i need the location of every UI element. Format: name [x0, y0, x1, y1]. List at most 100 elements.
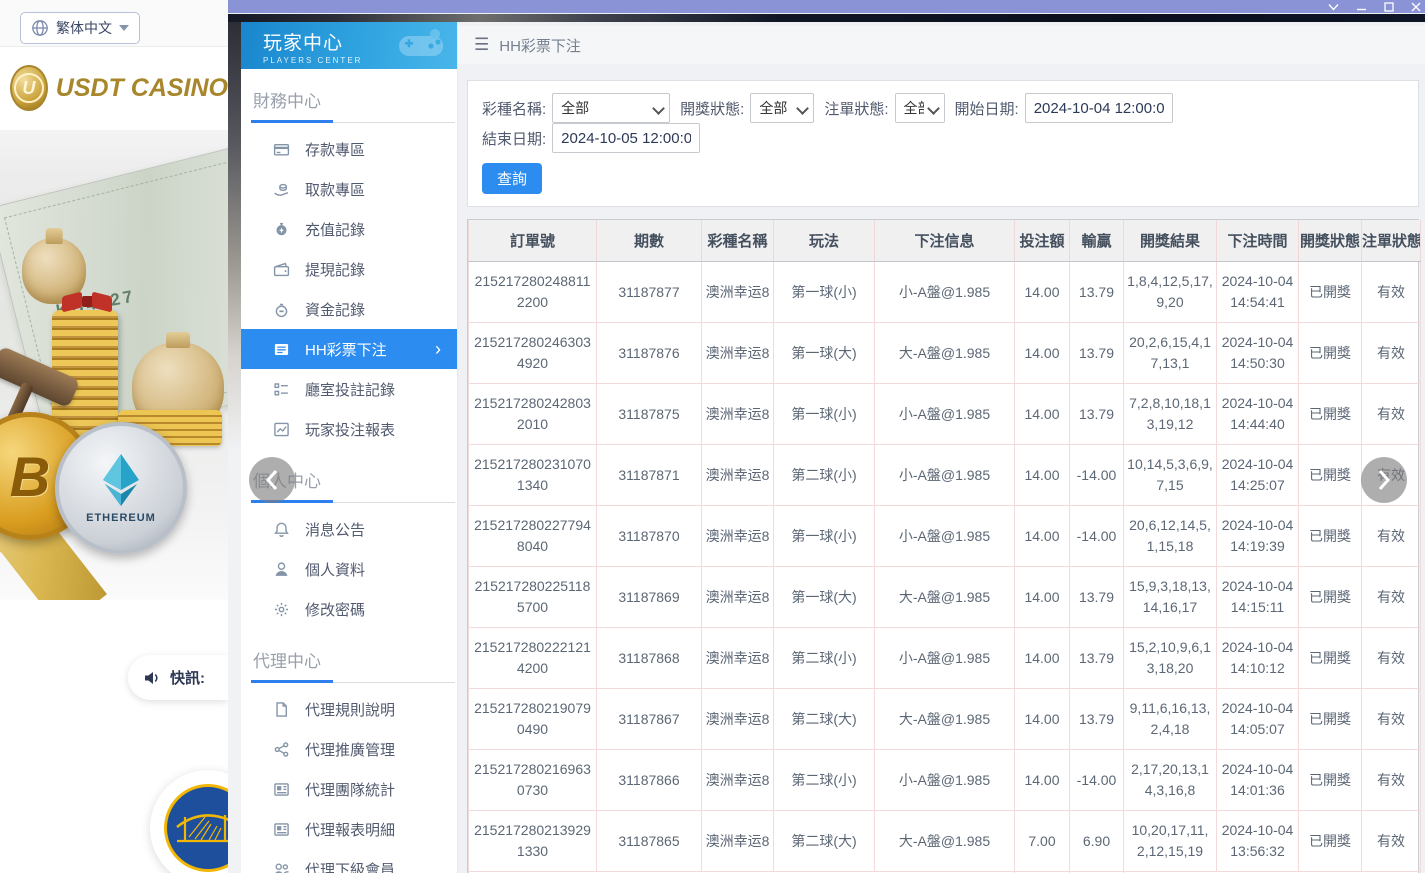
- table-cell: 已開獎: [1299, 628, 1362, 689]
- column-header: 開獎狀態: [1299, 220, 1362, 262]
- filter-label: 開始日期:: [955, 98, 1019, 119]
- table-cell: 2152172802488112200: [469, 262, 597, 323]
- language-selector[interactable]: 繁体中文: [20, 12, 140, 44]
- maximize-icon[interactable]: [1384, 2, 1394, 12]
- table-row: 215217280222121420031187868澳洲幸运8第二球(小)小-…: [469, 628, 1421, 689]
- table-cell: 澳洲幸运8: [702, 445, 774, 506]
- table-row: 215217280231070134031187871澳洲幸运8第二球(小)小-…: [469, 445, 1421, 506]
- sidebar-item-agent-report-detail[interactable]: 代理報表明細: [241, 809, 457, 849]
- hamburger-menu-icon[interactable]: ☰: [474, 35, 489, 55]
- sidebar-item-agent-sub-members[interactable]: 代理下級會員: [241, 849, 457, 873]
- column-header: 訂單號: [469, 220, 597, 262]
- table-row: 215217280248811220031187877澳洲幸运8第一球(小)小-…: [469, 262, 1421, 323]
- bets-table: 訂單號期數彩種名稱玩法下注信息投注額輸贏開獎結果下注時間開獎狀態注單狀態 215…: [467, 219, 1419, 873]
- sidebar: 玩家中心 PLAYERS CENTER 財務中心 存款專區: [241, 22, 458, 873]
- table-row: 215217280225118570031187869澳洲幸运8第一球(大)大-…: [469, 567, 1421, 628]
- table-cell: 2024-10-04 14:19:39: [1217, 506, 1299, 567]
- table-cell: 2152172802251185700: [469, 567, 597, 628]
- bet-status-select[interactable]: 全部: [895, 93, 945, 123]
- table-cell: 2152172802310701340: [469, 445, 597, 506]
- column-header: 注單狀態: [1362, 220, 1421, 262]
- table-cell: 第二球(小): [774, 750, 875, 811]
- brand-logo: U USDT CASINO: [0, 47, 228, 129]
- window-left-strip: [228, 22, 241, 452]
- filter-label: 開獎狀態:: [680, 98, 744, 119]
- bet-status-select[interactable]: 全部: [895, 93, 945, 123]
- table-cell: 13.79: [1070, 689, 1124, 750]
- table-cell: 14.00: [1015, 323, 1070, 384]
- sidebar-item-agent-promotion[interactable]: 代理推廣管理: [241, 729, 457, 769]
- sidebar-item-label: 玩家投注報表: [305, 419, 395, 440]
- table-cell: 有效: [1362, 506, 1421, 567]
- table-cell: 有效: [1362, 262, 1421, 323]
- sidebar-item-label: 提現記錄: [305, 259, 365, 280]
- lottery-name-select[interactable]: 全部: [552, 93, 670, 123]
- sidebar-item-room-bet-records[interactable]: 廳室投註記錄: [241, 369, 457, 409]
- start-date-input[interactable]: [1025, 93, 1173, 123]
- deposit-card-icon: [273, 141, 290, 158]
- window-titlebar: [228, 0, 1425, 13]
- sidebar-item-agent-team-stats[interactable]: 代理團隊統計: [241, 769, 457, 809]
- table-cell: 13.79: [1070, 628, 1124, 689]
- table-cell: 2024-10-04 14:05:07: [1217, 689, 1299, 750]
- table-cell: -14.00: [1070, 445, 1124, 506]
- sidebar-item-player-bet-report[interactable]: 玩家投注報表: [241, 409, 457, 449]
- sidebar-item-deposit-zone[interactable]: 存款專區: [241, 129, 457, 169]
- draw-status-select[interactable]: 全部: [750, 93, 814, 123]
- sidebar-item-withdraw-zone[interactable]: 取款專區: [241, 169, 457, 209]
- section-divider: [251, 682, 455, 683]
- money-bag-icon: [273, 221, 290, 238]
- table-cell: 澳洲幸运8: [702, 506, 774, 567]
- table-cell: 14.00: [1015, 506, 1070, 567]
- sidebar-item-change-password[interactable]: 修改密碼: [241, 589, 457, 629]
- sidebar-item-hh-lottery-bets[interactable]: HH彩票下注 ›: [241, 329, 457, 369]
- sidebar-item-announcements[interactable]: 消息公告: [241, 509, 457, 549]
- table-cell: 2,17,20,13,14,3,16,8: [1124, 750, 1217, 811]
- red-bow-graphic: [62, 290, 112, 316]
- sidebar-item-label: 代理團隊統計: [305, 779, 395, 800]
- table-cell: 7,2,8,10,18,13,19,12: [1124, 384, 1217, 445]
- end-date-input[interactable]: [552, 123, 700, 153]
- column-header: 玩法: [774, 220, 875, 262]
- table-cell: 2024-10-04 14:15:11: [1217, 567, 1299, 628]
- table-cell: 已開獎: [1299, 750, 1362, 811]
- column-header: 投注額: [1015, 220, 1070, 262]
- table-cell: 第二球(大): [774, 689, 875, 750]
- search-button[interactable]: 查詢: [482, 163, 542, 194]
- table-cell: 2024-10-04 14:54:41: [1217, 262, 1299, 323]
- page-title: HH彩票下注: [499, 35, 581, 56]
- table-cell: 已開獎: [1299, 506, 1362, 567]
- table-cell: 13.79: [1070, 323, 1124, 384]
- bridge-logo-icon: [164, 784, 228, 872]
- app-body: 玩家中心 PLAYERS CENTER 財務中心 存款專區: [228, 22, 1425, 873]
- draw-status-select[interactable]: 全部: [750, 93, 814, 123]
- scroll-left-button[interactable]: [249, 457, 295, 503]
- filter-lottery-name: 彩種名稱:全部: [482, 93, 670, 123]
- minimize-icon[interactable]: [1356, 3, 1367, 11]
- table-cell: 有效: [1362, 323, 1421, 384]
- sidebar-item-agent-rules[interactable]: 代理規則說明: [241, 689, 457, 729]
- sidebar-item-withdrawal-records[interactable]: 提現記錄: [241, 249, 457, 289]
- scroll-right-button[interactable]: [1361, 457, 1407, 503]
- sidebar-item-label: 資金記錄: [305, 299, 365, 320]
- sidebar-item-recharge-records[interactable]: 充值記錄: [241, 209, 457, 249]
- table-cell: 已開獎: [1299, 262, 1362, 323]
- table-cell: 大-A盤@1.985: [875, 323, 1015, 384]
- table-cell: 小-A盤@1.985: [875, 628, 1015, 689]
- table-cell: 2152172802277948040: [469, 506, 597, 567]
- table-cell: 澳洲幸运8: [702, 628, 774, 689]
- sidebar-item-profile[interactable]: 個人資料: [241, 549, 457, 589]
- notifications-chevron-icon[interactable]: [1328, 3, 1339, 11]
- sidebar-item-label: 充值記錄: [305, 219, 365, 240]
- bell-icon: [273, 521, 290, 538]
- table-cell: 2152172802221214200: [469, 628, 597, 689]
- close-icon[interactable]: [1411, 2, 1421, 12]
- filter-start-date: 開始日期:: [955, 93, 1173, 123]
- lottery-name-select[interactable]: 全部: [552, 93, 670, 123]
- filter-label: 注單狀態:: [824, 98, 888, 119]
- table-cell: 2024-10-04 13:56:32: [1217, 811, 1299, 872]
- sidebar-item-funds-records[interactable]: 資金記錄: [241, 289, 457, 329]
- table-cell: 31187867: [597, 689, 702, 750]
- news-label: 快訊:: [170, 667, 205, 688]
- team-logo: [150, 770, 228, 873]
